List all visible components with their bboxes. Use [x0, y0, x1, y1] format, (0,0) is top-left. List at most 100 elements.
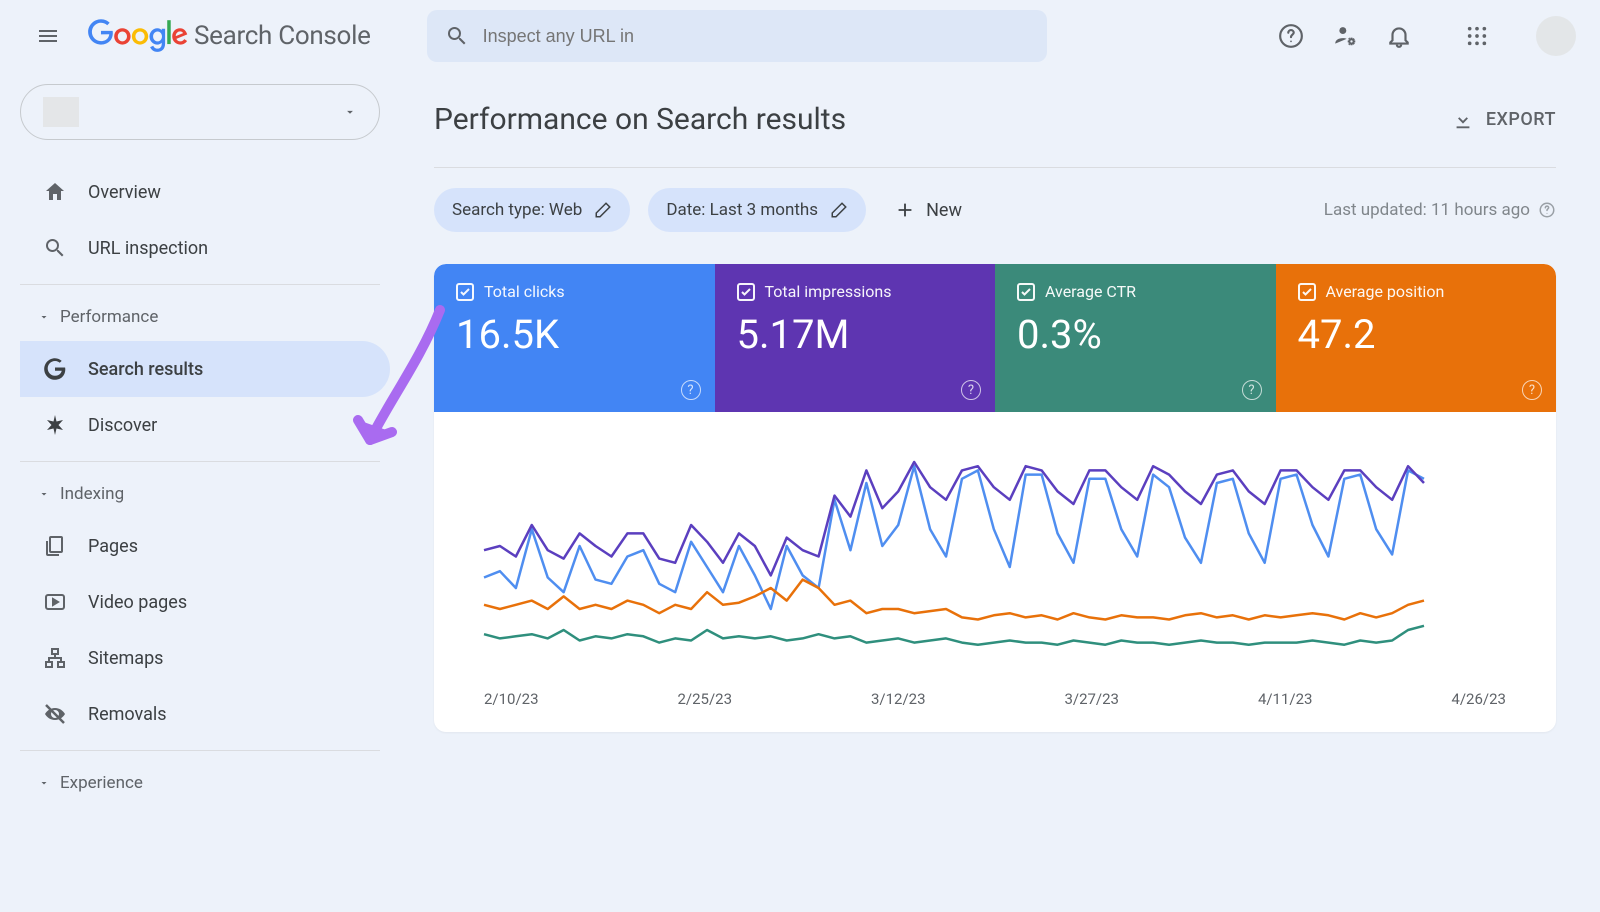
apps-grid-icon — [1466, 25, 1488, 47]
nav-video-pages[interactable]: Video pages — [20, 574, 390, 630]
help-icon — [1538, 201, 1556, 219]
x-axis-tick: 3/27/23 — [1064, 690, 1119, 708]
chevron-down-icon — [38, 488, 50, 500]
nav-search-results[interactable]: Search results — [20, 341, 390, 397]
performance-card: Total clicks 16.5K ? Total impressions 5… — [434, 264, 1556, 732]
header-actions — [1278, 16, 1576, 56]
users-settings-button[interactable] — [1332, 23, 1358, 49]
help-icon[interactable]: ? — [961, 380, 981, 400]
metric-value: 16.5K — [456, 311, 693, 358]
export-button[interactable]: EXPORT — [1452, 109, 1556, 131]
product-logo[interactable]: Search Console — [88, 19, 371, 53]
nav-label: URL inspection — [88, 238, 208, 259]
x-axis: 2/10/232/25/233/12/233/27/234/11/234/26/… — [474, 682, 1516, 712]
filter-bar: Search type: Web Date: Last 3 months New… — [434, 168, 1556, 252]
pages-icon — [42, 533, 68, 559]
metric-ctr[interactable]: Average CTR 0.3% ? — [995, 264, 1276, 412]
section-label: Indexing — [60, 484, 124, 504]
property-selector[interactable] — [20, 84, 380, 140]
nav-sitemaps[interactable]: Sitemaps — [20, 630, 390, 686]
nav-label: Removals — [88, 704, 167, 725]
nav-overview[interactable]: Overview — [20, 164, 390, 220]
section-label: Experience — [60, 773, 143, 793]
nav-label: Sitemaps — [88, 648, 163, 669]
filter-search-type[interactable]: Search type: Web — [434, 188, 630, 232]
account-avatar[interactable] — [1536, 16, 1576, 56]
export-label: EXPORT — [1486, 109, 1556, 130]
nav-section-indexing[interactable]: Indexing — [20, 470, 390, 518]
nav-label: Search results — [88, 359, 203, 380]
nav-section-performance[interactable]: Performance — [20, 293, 390, 341]
checkbox-icon — [456, 283, 474, 301]
sidebar: Overview URL inspection Performance Sear… — [0, 72, 390, 912]
notifications-button[interactable] — [1386, 23, 1412, 49]
visibility-off-icon — [42, 701, 68, 727]
x-axis-tick: 4/26/23 — [1451, 690, 1506, 708]
metric-clicks[interactable]: Total clicks 16.5K ? — [434, 264, 715, 412]
nav-section-experience[interactable]: Experience — [20, 759, 390, 807]
x-axis-tick: 4/11/23 — [1258, 690, 1313, 708]
app-header: Search Console — [0, 0, 1600, 72]
help-button[interactable] — [1278, 23, 1304, 49]
page-title: Performance on Search results — [434, 102, 846, 137]
plus-icon — [894, 199, 916, 221]
nav-label: Overview — [88, 182, 161, 203]
google-logo-icon — [88, 19, 188, 53]
nav-label: Pages — [88, 536, 138, 557]
chevron-down-icon — [38, 311, 50, 323]
url-inspect-search[interactable] — [427, 10, 1047, 62]
new-label: New — [926, 200, 962, 221]
search-icon — [42, 235, 68, 261]
bell-icon — [1386, 23, 1412, 49]
user-gear-icon — [1332, 23, 1358, 49]
last-updated-text: Last updated: 11 hours ago — [1324, 200, 1530, 220]
metric-impressions[interactable]: Total impressions 5.17M ? — [715, 264, 996, 412]
chart-area: 2/10/232/25/233/12/233/27/234/11/234/26/… — [434, 412, 1556, 732]
x-axis-tick: 2/10/23 — [484, 690, 539, 708]
checkbox-icon — [737, 283, 755, 301]
apps-button[interactable] — [1464, 23, 1490, 49]
metric-label-text: Average CTR — [1045, 282, 1136, 301]
help-icon[interactable]: ? — [681, 380, 701, 400]
metric-value: 5.17M — [737, 311, 974, 358]
download-icon — [1452, 109, 1474, 131]
filter-date[interactable]: Date: Last 3 months — [648, 188, 866, 232]
google-g-icon — [42, 356, 68, 382]
home-icon — [42, 179, 68, 205]
main-content: Performance on Search results EXPORT Sea… — [390, 72, 1600, 912]
video-icon — [42, 589, 68, 615]
add-filter-button[interactable]: New — [894, 199, 962, 221]
checkbox-icon — [1298, 283, 1316, 301]
metric-value: 0.3% — [1017, 311, 1254, 358]
help-icon[interactable]: ? — [1522, 380, 1542, 400]
section-label: Performance — [60, 307, 158, 327]
last-updated: Last updated: 11 hours ago — [1324, 200, 1556, 220]
chip-label: Search type: Web — [452, 200, 582, 220]
nav-pages[interactable]: Pages — [20, 518, 390, 574]
metric-position[interactable]: Average position 47.2 ? — [1276, 264, 1557, 412]
metric-label-text: Average position — [1326, 282, 1445, 301]
chart-series-line — [484, 626, 1424, 645]
edit-icon — [594, 201, 612, 219]
sitemap-icon — [42, 645, 68, 671]
property-thumbnail — [43, 97, 79, 127]
nav-removals[interactable]: Removals — [20, 686, 390, 742]
metric-label-text: Total impressions — [765, 282, 892, 301]
metric-label-text: Total clicks — [484, 282, 565, 301]
nav-discover[interactable]: Discover — [20, 397, 390, 453]
hamburger-menu-button[interactable] — [24, 12, 72, 60]
search-icon — [445, 24, 469, 48]
x-axis-tick: 2/25/23 — [677, 690, 732, 708]
menu-icon — [36, 24, 60, 48]
nav-url-inspection[interactable]: URL inspection — [20, 220, 390, 276]
metric-tiles: Total clicks 16.5K ? Total impressions 5… — [434, 264, 1556, 412]
product-name: Search Console — [194, 21, 371, 51]
help-icon — [1278, 23, 1304, 49]
help-icon[interactable]: ? — [1242, 380, 1262, 400]
search-input[interactable] — [483, 26, 1029, 47]
metric-value: 47.2 — [1298, 311, 1535, 358]
checkbox-icon — [1017, 283, 1035, 301]
nav-label: Discover — [88, 415, 157, 436]
edit-icon — [830, 201, 848, 219]
chart-series-line — [484, 580, 1424, 620]
